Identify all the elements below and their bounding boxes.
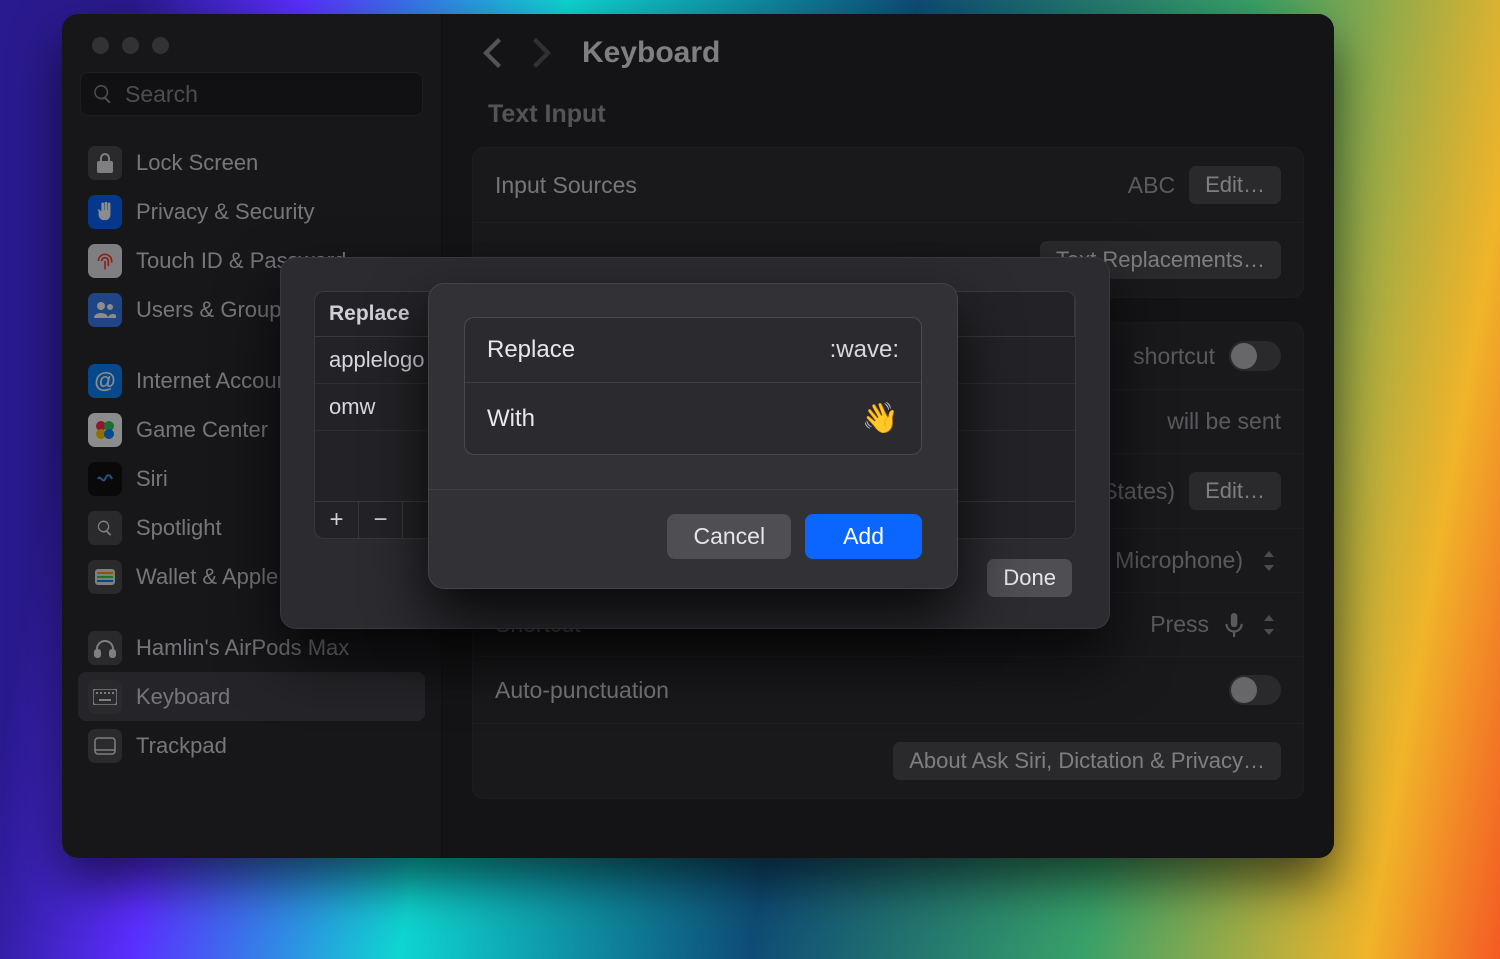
with-field-value: 👋 — [862, 401, 899, 436]
cancel-button[interactable]: Cancel — [667, 514, 791, 559]
add-replacement-dialog: Replace :wave: With 👋 Cancel Add — [428, 283, 958, 589]
replacements-done-button[interactable]: Done — [987, 559, 1072, 597]
replacements-add-button[interactable]: + — [315, 502, 359, 538]
settings-window: Lock ScreenPrivacy & SecurityTouch ID & … — [62, 14, 1334, 858]
replace-field-value: :wave: — [830, 336, 899, 364]
with-field-label: With — [487, 405, 535, 433]
add-button[interactable]: Add — [805, 514, 922, 559]
replacements-remove-button[interactable]: − — [359, 502, 403, 538]
with-field[interactable]: With 👋 — [465, 383, 921, 454]
replace-field[interactable]: Replace :wave: — [465, 318, 921, 383]
replace-field-label: Replace — [487, 336, 575, 364]
add-replacement-fields: Replace :wave: With 👋 — [464, 317, 922, 455]
